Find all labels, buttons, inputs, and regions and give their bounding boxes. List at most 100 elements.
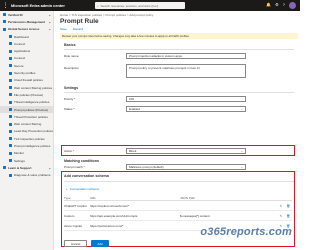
prompt-match-value: Malicious prompt (default) (129, 164, 164, 169)
sidebar-item-label: Prompt intelligence policies (14, 143, 51, 148)
status-dropdown[interactable]: Enabled ⌄ (126, 106, 246, 112)
sidebar-item-label: Permissions Management (8, 19, 46, 24)
description-field[interactable]: Prompt policy to prevent malicious promp… (126, 64, 246, 78)
prompt-match-dropdown[interactable]: Malicious prompt (default) ⌄ (126, 164, 246, 170)
toolbar: Save Discard (60, 27, 83, 31)
divider (64, 49, 294, 50)
sidebar-item-label: Web content filtering (14, 122, 42, 127)
table-row: Custom https://api.example.com/v1/prompt… (64, 212, 292, 221)
sidebar-item[interactable]: Web content filtering (0, 120, 53, 127)
add-conversation-label: Conversation schema (69, 187, 99, 191)
chevron-down-icon: ⌄ (240, 148, 243, 153)
sidebar-item[interactable]: Secure (0, 62, 53, 69)
sidebar-item[interactable]: Prompt intelligence policies (0, 142, 53, 149)
sidebar-item[interactable]: File policies (Preview) (0, 91, 53, 98)
sidebar-item-label: Global Secure Access (8, 27, 40, 32)
sidebar-item-icon (9, 173, 12, 177)
sidebar-item[interactable]: Connect (0, 55, 53, 62)
avatar[interactable] (289, 2, 296, 9)
sidebar-item-icon (9, 137, 12, 141)
sidebar-item[interactable]: Connect (0, 40, 53, 47)
sidebar-item-label: Least Day Prevention policies (14, 129, 54, 134)
sidebar-item[interactable]: Cloud firewall policies (0, 77, 53, 84)
watermark: o365reports.com (200, 226, 292, 238)
sidebar-item-label: Monitor (14, 151, 25, 156)
sidebar-item-icon (9, 100, 12, 104)
sidebar-item-label: Connect (14, 56, 26, 61)
top-right-controls: 🔔 ⚙ ? (266, 2, 300, 9)
sidebar-item-label: Verified ID (8, 12, 23, 17)
sidebar-item-label: Diagnose & solve problems (14, 173, 51, 178)
sidebar-item-icon (9, 122, 12, 126)
sidebar-item[interactable]: TLS inspection policies (0, 135, 53, 142)
app-title: Microsoft Entra admin center (11, 3, 65, 8)
priority-field[interactable]: 100 (126, 96, 246, 102)
add-conversation-schema-button[interactable]: + Conversation schema (66, 187, 99, 191)
sidebar-item[interactable]: Threat Protection policies (0, 113, 53, 120)
row-url: https://api.example.com/v1/prompts (90, 214, 138, 218)
matching-heading: Matching conditions (64, 159, 99, 163)
sidebar-item-label: Settings (14, 158, 25, 163)
save-button[interactable]: Save (60, 27, 67, 31)
plus-icon: + (66, 187, 68, 191)
sidebar-item[interactable]: Permissions Management ⌄ (0, 18, 53, 25)
table-row: ChatGPT Copilot https://copilot.microsof… (64, 202, 292, 211)
sidebar-item-icon (9, 78, 12, 82)
delete-icon[interactable]: 🗑 (286, 204, 290, 208)
sidebar-item[interactable]: Diagnose & solve problems (0, 172, 53, 179)
sidebar-item[interactable]: Security profiles (0, 69, 53, 76)
sidebar-item[interactable]: Settings (0, 157, 53, 164)
search-input[interactable]: ⌕ Search resources, services, and docs (… (94, 2, 185, 9)
notification-icon[interactable]: 🔔 (266, 2, 271, 9)
sidebar-item-icon (3, 13, 6, 17)
info-banner: Review your prompt rules before saving. … (60, 33, 298, 39)
discard-button[interactable]: Discard (73, 27, 83, 31)
sidebar-item-label: Connect (14, 41, 26, 46)
sidebar-item[interactable]: Prompt policies (Preview) (0, 105, 53, 114)
status-label: Status * (64, 107, 75, 111)
divider (64, 181, 294, 182)
search-placeholder: Search resources, services, and docs (G+… (100, 3, 159, 8)
sidebar-item[interactable]: Least Day Prevention policies (0, 128, 53, 135)
chevron-down-icon: ⌄ (48, 27, 51, 32)
sidebar-item-label: Prompt policies (Preview) (14, 107, 49, 112)
rule-name-label: Rule name (64, 54, 79, 58)
sidebar-item-label: Threat Protection policies (14, 114, 48, 119)
sidebar-item[interactable]: Applications (0, 47, 53, 54)
sidebar-item-label: Cloud firewall policies (14, 78, 43, 83)
sidebar-item-icon (9, 64, 12, 68)
row-url: https://copilot.microsoft.com/* (90, 204, 130, 208)
sidebar-item-label: Threat intelligence policies (14, 100, 50, 105)
rule-name-field[interactable]: Prompt injection attacks in custom apps (126, 53, 246, 59)
breadcrumb[interactable]: Home > TLS inspection policies > Prompt … (60, 13, 153, 17)
sidebar-item-icon (9, 115, 12, 119)
delete-icon[interactable]: 🗑 (286, 214, 290, 218)
edit-icon[interactable]: ✎ (280, 214, 283, 218)
edit-icon[interactable]: ✎ (280, 204, 283, 208)
gear-icon[interactable]: ⚙ (275, 2, 279, 9)
sidebar-item-label: Applications (14, 49, 31, 54)
help-icon[interactable]: ? (283, 2, 285, 9)
app-launcher-icon[interactable]: ⋮ (0, 0, 11, 11)
prompt-match-label: Prompt match * (64, 165, 85, 169)
action-label: Action * (64, 149, 75, 153)
sidebar-item[interactable]: Monitor (0, 150, 53, 157)
sidebar-item[interactable]: Web content filtering policies (0, 84, 53, 91)
sidebar-item[interactable]: Threat intelligence policies (0, 99, 53, 106)
row-type: Custom (64, 214, 75, 218)
sidebar-item[interactable]: Dashboard (0, 33, 53, 40)
add-button[interactable]: Add (91, 240, 109, 247)
sidebar-item-label: Dashboard (14, 34, 29, 39)
search-icon: ⌕ (96, 3, 99, 8)
action-dropdown[interactable]: Block ⌄ (126, 147, 246, 154)
sidebar-item[interactable]: Learn & Support ⌄ (0, 164, 53, 171)
column-header-type: Type (64, 196, 71, 200)
sidebar-item[interactable]: Global Secure Access ⌄ (0, 26, 53, 33)
sidebar-item-icon (9, 93, 12, 97)
cancel-button[interactable]: Cancel (64, 240, 88, 247)
schema-table-header: Type URL JSON Path (64, 196, 292, 201)
sidebar-item[interactable]: Verified ID ⌄ (0, 11, 53, 18)
sidebar-item-icon (9, 35, 12, 39)
sidebar-item-label: TLS inspection policies (14, 136, 45, 141)
sidebar-item-icon (9, 151, 12, 155)
